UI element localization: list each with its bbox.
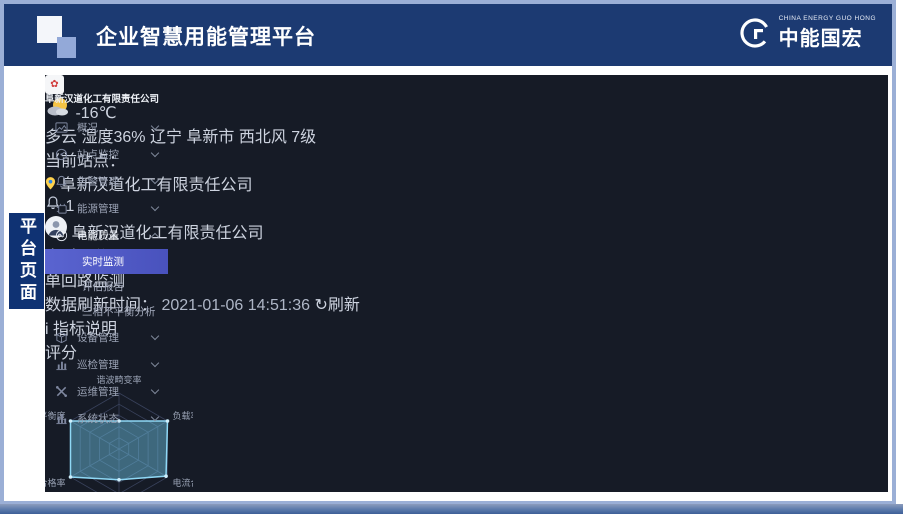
sidebar-subitem-three-phase-unbalance[interactable]: 三相不平衡分析 (45, 299, 168, 324)
refresh-time: 2021-01-06 14:51:36 (161, 297, 310, 314)
slide-header: 企业智慧用能管理平台 CHINA ENERGY GUO HONG 中能国宏 (4, 4, 892, 66)
platform-screenshot: ✿ 阜新汉道化工有限责任公司 概况 站点监控 告警管理 能源管理 电能质 (45, 75, 888, 492)
sidebar-item-label: 概况 (77, 120, 143, 135)
svg-text:电流合格率: 电流合格率 (172, 477, 193, 488)
overview-icon (55, 121, 68, 134)
sidebar-item-energy[interactable]: 能源管理 (45, 195, 168, 222)
score-panel: 评分 谐波畸变率负载率电流合格率功率因数合格率不平衡度 总评分: 82 优秀 (45, 339, 888, 492)
logo-text-en: CHINA ENERGY GUO HONG (779, 15, 876, 22)
sidebar-item-power-quality[interactable]: 电能质量 (45, 222, 168, 249)
chevron-down-icon (151, 332, 159, 340)
tab-bar: 实时评分 单回路监测 (45, 243, 888, 291)
sidebar-item-label: 告警管理 (77, 174, 143, 189)
ops-icon (55, 385, 68, 398)
chevron-up-icon (151, 233, 159, 241)
tab-single-circuit[interactable]: 单回路监测 (45, 267, 888, 291)
chevron-down-icon (151, 149, 159, 157)
slide-footer (0, 504, 903, 514)
sidebar-item-inspection[interactable]: 巡检管理 (45, 351, 168, 378)
page-side-label: 平台页面 (9, 213, 44, 309)
company-brand: CHINA ENERGY GUO HONG 中能国宏 (737, 15, 876, 51)
topbar: -16℃ 多云 湿度36% 辽宁 阜新市 西北风 7级 当前站点： 阜新汉道化工… (45, 75, 888, 243)
sidebar-item-ops[interactable]: 运维管理 (45, 378, 168, 405)
notifications-button[interactable]: 1 (45, 195, 888, 216)
sidebar-subitem-assessment-report[interactable]: 评估报告 (45, 274, 168, 299)
weather-location: 辽宁 阜新市 西北风 7级 (150, 129, 316, 146)
chevron-down-icon (151, 176, 159, 184)
system-icon (55, 412, 68, 425)
chevron-down-icon (151, 203, 159, 211)
sidebar-item-label: 运维管理 (77, 384, 143, 399)
indicator-help-link[interactable]: i 指标说明 (45, 315, 888, 339)
sidebar-company-name: 阜新汉道化工有限责任公司 (45, 94, 168, 106)
refresh-button[interactable]: ↻刷新 (315, 297, 360, 314)
sidebar-item-label: 站点监控 (77, 147, 143, 162)
chevron-down-icon (151, 386, 159, 394)
sidebar-item-label: 能源管理 (77, 201, 143, 216)
refresh-icon: ↻ (315, 297, 328, 314)
score-panel-title: 评分 (45, 339, 888, 363)
monitor-icon (55, 148, 68, 161)
user-menu[interactable]: 阜新汉道化工有限责任公司 (45, 216, 888, 243)
decor-square-blue (57, 37, 76, 58)
company-logo-icon (737, 15, 773, 51)
sidebar-item-overview[interactable]: 概况 (45, 114, 168, 141)
sidebar-menu: 概况 站点监控 告警管理 能源管理 电能质量 实时监测 评估报告 三相不平衡分析 (45, 114, 168, 432)
station-dropdown[interactable]: 阜新汉道化工有限责任公司 (45, 171, 888, 195)
sidebar-item-label: 电能质量 (77, 228, 143, 243)
refresh-row: 数据刷新时间： 2021-01-06 14:51:36 ↻刷新 (45, 291, 888, 315)
content-area: 数据刷新时间： 2021-01-06 14:51:36 ↻刷新 i 指标说明 评… (45, 291, 888, 492)
tab-realtime-score[interactable]: 实时评分 (45, 243, 888, 267)
sidebar-subitem-realtime-monitor[interactable]: 实时监测 (45, 249, 168, 274)
sidebar-item-station-monitor[interactable]: 站点监控 (45, 141, 168, 168)
energy-icon (55, 202, 68, 215)
power-quality-icon (55, 229, 68, 242)
station-selector: 当前站点： 阜新汉道化工有限责任公司 (45, 147, 888, 195)
chevron-down-icon (151, 122, 159, 130)
sidebar-brand: ✿ 阜新汉道化工有限责任公司 (45, 75, 168, 106)
device-icon (55, 331, 68, 344)
sidebar: ✿ 阜新汉道化工有限责任公司 概况 站点监控 告警管理 能源管理 电能质 (45, 75, 168, 492)
alarm-icon (55, 175, 68, 188)
company-logo-icon: ✿ (45, 75, 64, 94)
sidebar-item-system-status[interactable]: 系统状态 (45, 405, 168, 432)
chevron-down-icon (151, 413, 159, 421)
weather-widget: -16℃ 多云 湿度36% 辽宁 阜新市 西北风 7级 (45, 96, 888, 147)
sidebar-item-alarm[interactable]: 告警管理 (45, 168, 168, 195)
chevron-down-icon (151, 359, 159, 367)
sidebar-item-label: 系统状态 (77, 411, 143, 426)
slide-title: 企业智慧用能管理平台 (96, 21, 316, 51)
sidebar-item-label: 设备管理 (77, 330, 143, 345)
logo-text-cn: 中能国宏 (779, 22, 876, 51)
sidebar-item-device[interactable]: 设备管理 (45, 324, 168, 351)
inspection-icon (55, 358, 68, 371)
sidebar-item-label: 巡检管理 (77, 357, 143, 372)
svg-text:负载率: 负载率 (172, 410, 193, 421)
